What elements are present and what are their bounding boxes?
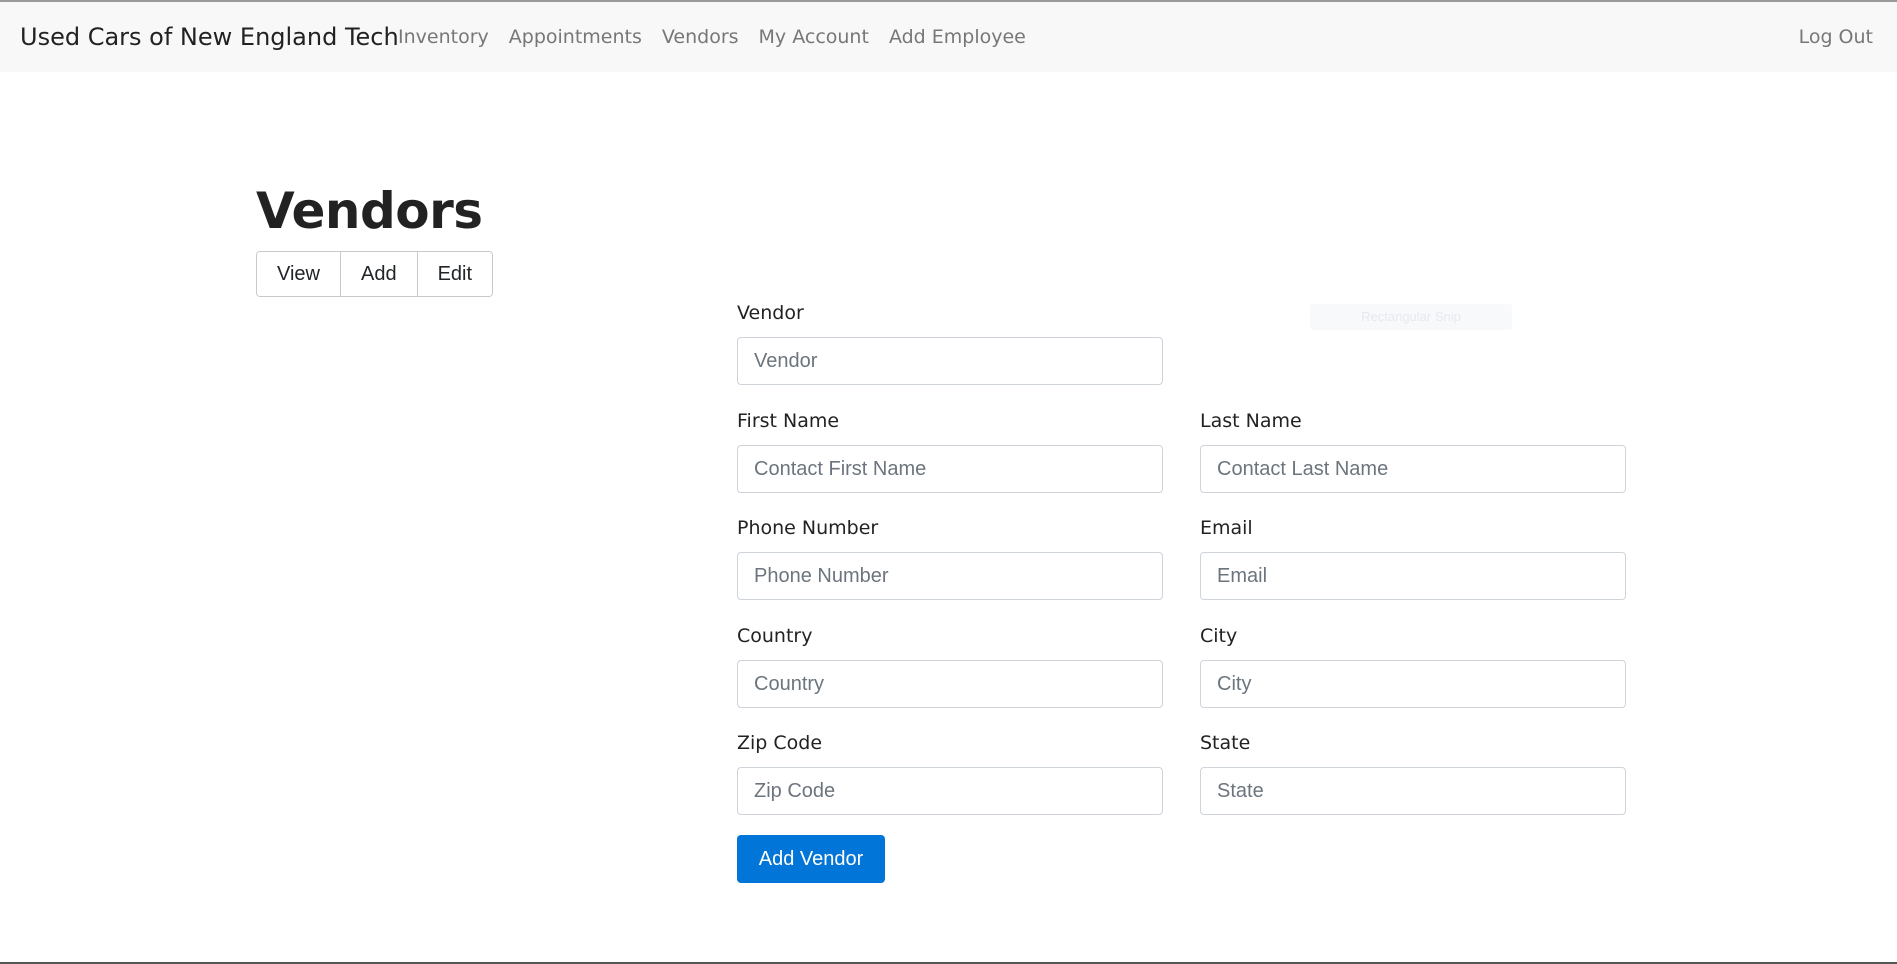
logout-link[interactable]: Log Out — [1799, 2, 1873, 72]
last-name-input[interactable] — [1200, 445, 1626, 493]
first-name-label: First Name — [737, 410, 840, 432]
add-vendor-button[interactable]: Add Vendor — [737, 835, 885, 883]
last-name-label: Last Name — [1200, 410, 1302, 432]
city-label: City — [1200, 625, 1238, 647]
nav-link-my-account[interactable]: My Account — [759, 26, 869, 48]
nav-link-appointments[interactable]: Appointments — [509, 26, 642, 48]
vendor-label: Vendor — [737, 302, 804, 324]
tab-edit[interactable]: Edit — [417, 252, 493, 296]
tab-view[interactable]: View — [257, 252, 341, 296]
tab-add[interactable]: Add — [341, 252, 418, 296]
city-input[interactable] — [1200, 660, 1626, 708]
phone-input[interactable] — [737, 552, 1163, 600]
top-navbar: Used Cars of New England Tech Inventory … — [0, 2, 1897, 72]
vendor-input[interactable] — [737, 337, 1163, 385]
vendor-mode-tabs: View Add Edit — [256, 251, 494, 297]
zip-input[interactable] — [737, 767, 1163, 815]
nav-link-add-employee[interactable]: Add Employee — [889, 26, 1026, 48]
nav-links: Inventory Appointments Vendors My Accoun… — [398, 2, 1046, 72]
country-label: Country — [737, 625, 813, 647]
state-label: State — [1200, 732, 1251, 754]
phone-label: Phone Number — [737, 517, 879, 539]
first-name-input[interactable] — [737, 445, 1163, 493]
page-title: Vendors — [256, 182, 483, 240]
email-input[interactable] — [1200, 552, 1626, 600]
zip-label: Zip Code — [737, 732, 823, 754]
country-input[interactable] — [737, 660, 1163, 708]
email-label: Email — [1200, 517, 1253, 539]
snip-overlay-hint: Rectangular Snip — [1310, 304, 1512, 330]
brand-link[interactable]: Used Cars of New England Tech — [20, 2, 399, 72]
nav-link-vendors[interactable]: Vendors — [662, 26, 739, 48]
state-input[interactable] — [1200, 767, 1626, 815]
nav-link-inventory[interactable]: Inventory — [398, 26, 489, 48]
